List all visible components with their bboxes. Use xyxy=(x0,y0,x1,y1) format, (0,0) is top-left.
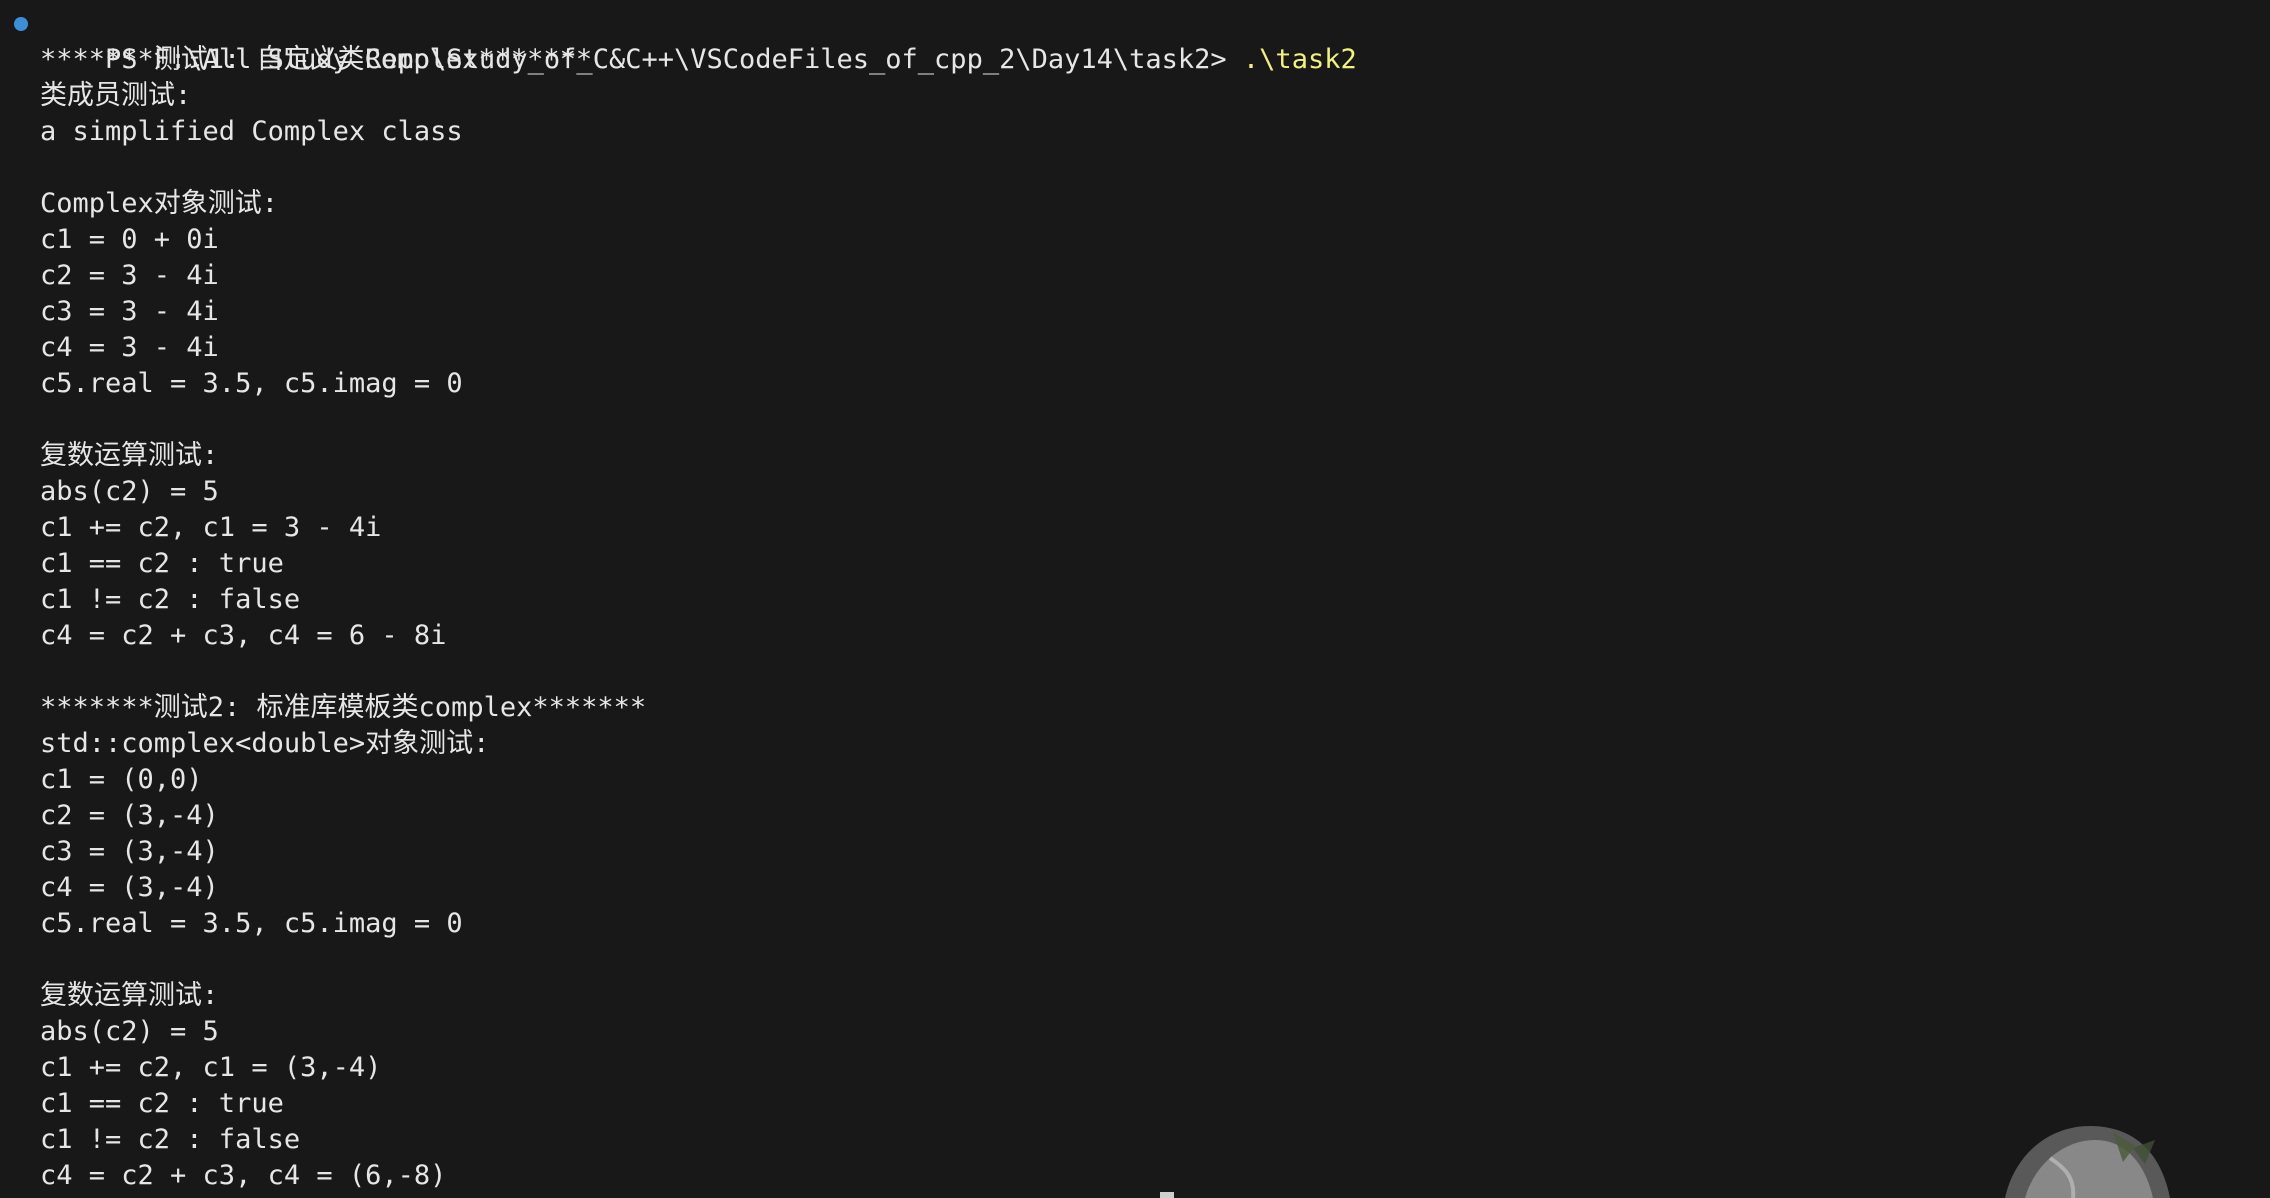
output-line: c2 = 3 - 4i xyxy=(40,260,219,291)
output-line: c1 == c2 : true xyxy=(40,548,284,579)
output-line: c4 = c2 + c3, c4 = 6 - 8i xyxy=(40,620,447,651)
output-line: c3 = (3,-4) xyxy=(40,836,219,867)
output-line: c4 = 3 - 4i xyxy=(40,332,219,363)
output-line: c1 = 0 + 0i xyxy=(40,224,219,255)
terminal-output: *******测试1: 自定义类Complex******* 类成员测试: a si… xyxy=(40,42,2270,1194)
output-line: c1 != c2 : false xyxy=(40,1124,301,1155)
output-line: c1 += c2, c1 = 3 - 4i xyxy=(40,512,382,543)
output-line: c1 == c2 : true xyxy=(40,1088,284,1119)
output-line: abs(c2) = 5 xyxy=(40,1016,219,1047)
terminal-panel[interactable]: PS F:\All Study Repo\Study_of_C&C++\VSCo… xyxy=(0,0,2270,1198)
output-line: c2 = (3,-4) xyxy=(40,800,219,831)
output-line: std::complex<double>对象测试: xyxy=(40,728,490,759)
terminal-cursor xyxy=(1160,1192,1174,1198)
output-line: Complex对象测试: xyxy=(40,188,279,219)
output-line: 类成员测试: xyxy=(40,80,192,111)
output-line: c5.real = 3.5, c5.imag = 0 xyxy=(40,908,463,939)
command-text: .\task2 xyxy=(1242,44,1357,75)
prompt-path: PS F:\All Study Repo\Study_of_C&C++\VSCo… xyxy=(105,44,1227,75)
output-line: 复数运算测试: xyxy=(40,980,219,1011)
background-character-icon xyxy=(2005,1126,2170,1198)
output-line: 复数运算测试: xyxy=(40,440,219,471)
output-line: c4 = (3,-4) xyxy=(40,872,219,903)
output-line: abs(c2) = 5 xyxy=(40,476,219,507)
output-line: c1 != c2 : false xyxy=(40,584,301,615)
output-line: *******测试2: 标准库模板类complex******* xyxy=(40,692,647,723)
output-line: c3 = 3 - 4i xyxy=(40,296,219,327)
output-line: c5.real = 3.5, c5.imag = 0 xyxy=(40,368,463,399)
output-line: c1 = (0,0) xyxy=(40,764,203,795)
prompt-line: PS F:\All Study Repo\Study_of_C&C++\VSCo… xyxy=(14,6,2270,75)
output-line: c4 = c2 + c3, c4 = (6,-8) xyxy=(40,1160,447,1191)
output-line: a simplified Complex class xyxy=(40,116,463,147)
command-status-dot-icon[interactable] xyxy=(14,17,28,31)
output-line: c1 += c2, c1 = (3,-4) xyxy=(40,1052,382,1083)
